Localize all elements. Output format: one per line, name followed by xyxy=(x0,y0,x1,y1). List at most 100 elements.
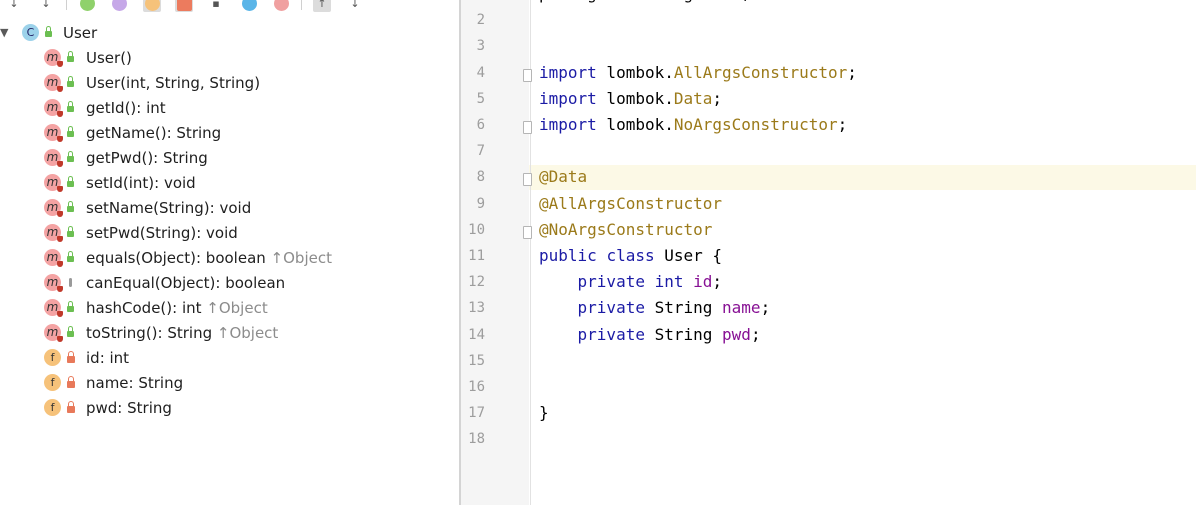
code-token: User { xyxy=(654,246,723,265)
line-number: 10 xyxy=(468,221,485,238)
code-line: private String name; xyxy=(539,298,771,318)
code-token: NoArgsConstructor xyxy=(673,115,838,134)
show-anonymous-icon[interactable] xyxy=(240,0,258,12)
line-number: 7 xyxy=(476,143,485,160)
code-token: lombok. xyxy=(596,115,674,134)
fold-marker-icon[interactable] xyxy=(523,68,532,82)
code-line: public class User { xyxy=(539,246,722,265)
collapse-arrow-icon[interactable]: ▼ xyxy=(0,26,8,39)
show-lambda-icon-glyph xyxy=(273,0,289,11)
line-number: 18 xyxy=(468,431,485,448)
code-token: lombok. xyxy=(596,88,674,108)
code-token: ; xyxy=(712,88,723,108)
tree-method-item[interactable]: m toString(): String ↑Object xyxy=(0,320,459,345)
fold-marker-icon[interactable] xyxy=(523,121,532,134)
code-token: ; xyxy=(760,298,771,318)
tree-method-item[interactable]: m User() xyxy=(0,45,459,70)
member-label: getPwd(): String xyxy=(86,149,208,167)
line-number: 5 xyxy=(476,90,485,107)
show-inherited-icon[interactable] xyxy=(78,0,96,12)
tree-method-item[interactable]: m setId(int): void xyxy=(0,170,459,195)
show-fields-icon[interactable] xyxy=(143,0,161,12)
tree-root-class[interactable]: ▼ C User xyxy=(0,20,459,45)
member-signature: canEqual(Object): boolean xyxy=(86,273,286,292)
code-token: name xyxy=(722,298,761,318)
method-icon: m xyxy=(44,49,63,67)
tree-method-item[interactable]: m canEqual(Object): boolean xyxy=(0,270,459,295)
field-icon: f xyxy=(44,374,61,391)
member-signature: User(int, String, String) xyxy=(86,73,261,92)
public-visibility-icon xyxy=(67,151,74,162)
line-number: 15 xyxy=(468,352,485,369)
tree-method-item[interactable]: m hashCode(): int ↑Object xyxy=(0,295,459,320)
public-visibility-icon xyxy=(67,101,74,112)
member-signature: hashCode(): int xyxy=(86,298,202,317)
sort-alpha-icon[interactable]: ↓ xyxy=(37,0,55,12)
tree-field-item[interactable]: f name: String xyxy=(0,370,459,395)
member-label: id: int xyxy=(86,349,129,367)
private-visibility-icon xyxy=(67,350,75,363)
code-editor[interactable]: 123456789101112131415161718 package com.… xyxy=(461,0,1196,505)
code-token: } xyxy=(539,403,549,423)
show-nonpublic-icon[interactable] xyxy=(175,0,193,12)
class-icon: C xyxy=(22,24,39,41)
show-properties-icon[interactable] xyxy=(110,0,128,12)
code-line: @NoArgsConstructor xyxy=(539,220,712,239)
code-token: package com.feng.User; xyxy=(539,0,751,3)
structure-panel: ↓ ↓ ▪ ↑ ↓ ▼ C User m User() m User(int, String, St… xyxy=(0,0,459,505)
public-visibility-icon xyxy=(67,201,74,212)
public-visibility-icon xyxy=(67,76,74,87)
code-token: ; xyxy=(750,324,761,344)
public-visibility-icon xyxy=(67,176,74,187)
tree-field-item[interactable]: f pwd: String xyxy=(0,395,459,420)
line-number: 2 xyxy=(476,12,485,29)
show-properties-icon-glyph xyxy=(111,0,127,11)
member-label: getId(): int xyxy=(86,99,166,117)
tree-method-item[interactable]: m setName(String): void xyxy=(0,195,459,220)
code-token: private xyxy=(577,298,645,318)
public-visibility-icon xyxy=(67,51,74,62)
method-icon: m xyxy=(44,74,63,92)
public-visibility-icon xyxy=(67,251,74,262)
tree-method-item[interactable]: m getName(): String xyxy=(0,120,459,145)
member-signature: getId(): int xyxy=(86,98,166,117)
fold-marker-icon[interactable] xyxy=(523,173,532,187)
code-token: id xyxy=(693,272,713,292)
tree-method-item[interactable]: m User(int, String, String) xyxy=(0,70,459,95)
private-visibility-icon xyxy=(67,400,75,413)
show-lambdas-icon[interactable]: ▪ xyxy=(207,0,225,12)
toolbar-separator xyxy=(66,0,67,10)
tree-method-item[interactable]: m setPwd(String): void xyxy=(0,220,459,245)
code-token: private xyxy=(577,272,645,292)
expand-all-icon[interactable]: ↑ xyxy=(313,0,331,12)
member-signature: setId(int): void xyxy=(86,173,196,192)
method-icon: m xyxy=(44,99,63,117)
member-signature: setName(String): void xyxy=(86,198,252,217)
field-icon: f xyxy=(44,399,61,416)
overrides-hint: ↑Object xyxy=(201,298,268,317)
code-token: import xyxy=(539,62,597,82)
member-signature: toString(): String xyxy=(86,323,213,342)
code-line: @Data xyxy=(539,167,587,186)
public-visibility-icon xyxy=(45,26,52,37)
member-label: setName(String): void xyxy=(86,199,251,217)
show-lambda-icon[interactable] xyxy=(272,0,290,12)
member-label: User() xyxy=(86,49,132,67)
code-line: package com.feng.User; xyxy=(539,0,751,3)
public-visibility-icon xyxy=(67,301,74,312)
tree-method-item[interactable]: m getPwd(): String xyxy=(0,145,459,170)
tree-method-item[interactable]: m equals(Object): boolean ↑Object xyxy=(0,245,459,270)
line-number: 4 xyxy=(476,64,485,81)
line-number: 3 xyxy=(476,38,485,55)
sort-visibility-icon[interactable]: ↓ xyxy=(5,0,23,12)
member-signature: getName(): String xyxy=(86,123,222,142)
collapse-all-icon[interactable]: ↓ xyxy=(346,0,364,12)
member-signature: setPwd(String): void xyxy=(86,223,238,242)
code-token: @Data xyxy=(539,167,588,187)
fold-marker-icon[interactable] xyxy=(523,225,532,239)
tree-field-item[interactable]: f id: int xyxy=(0,345,459,370)
tree-method-item[interactable]: m getId(): int xyxy=(0,95,459,120)
